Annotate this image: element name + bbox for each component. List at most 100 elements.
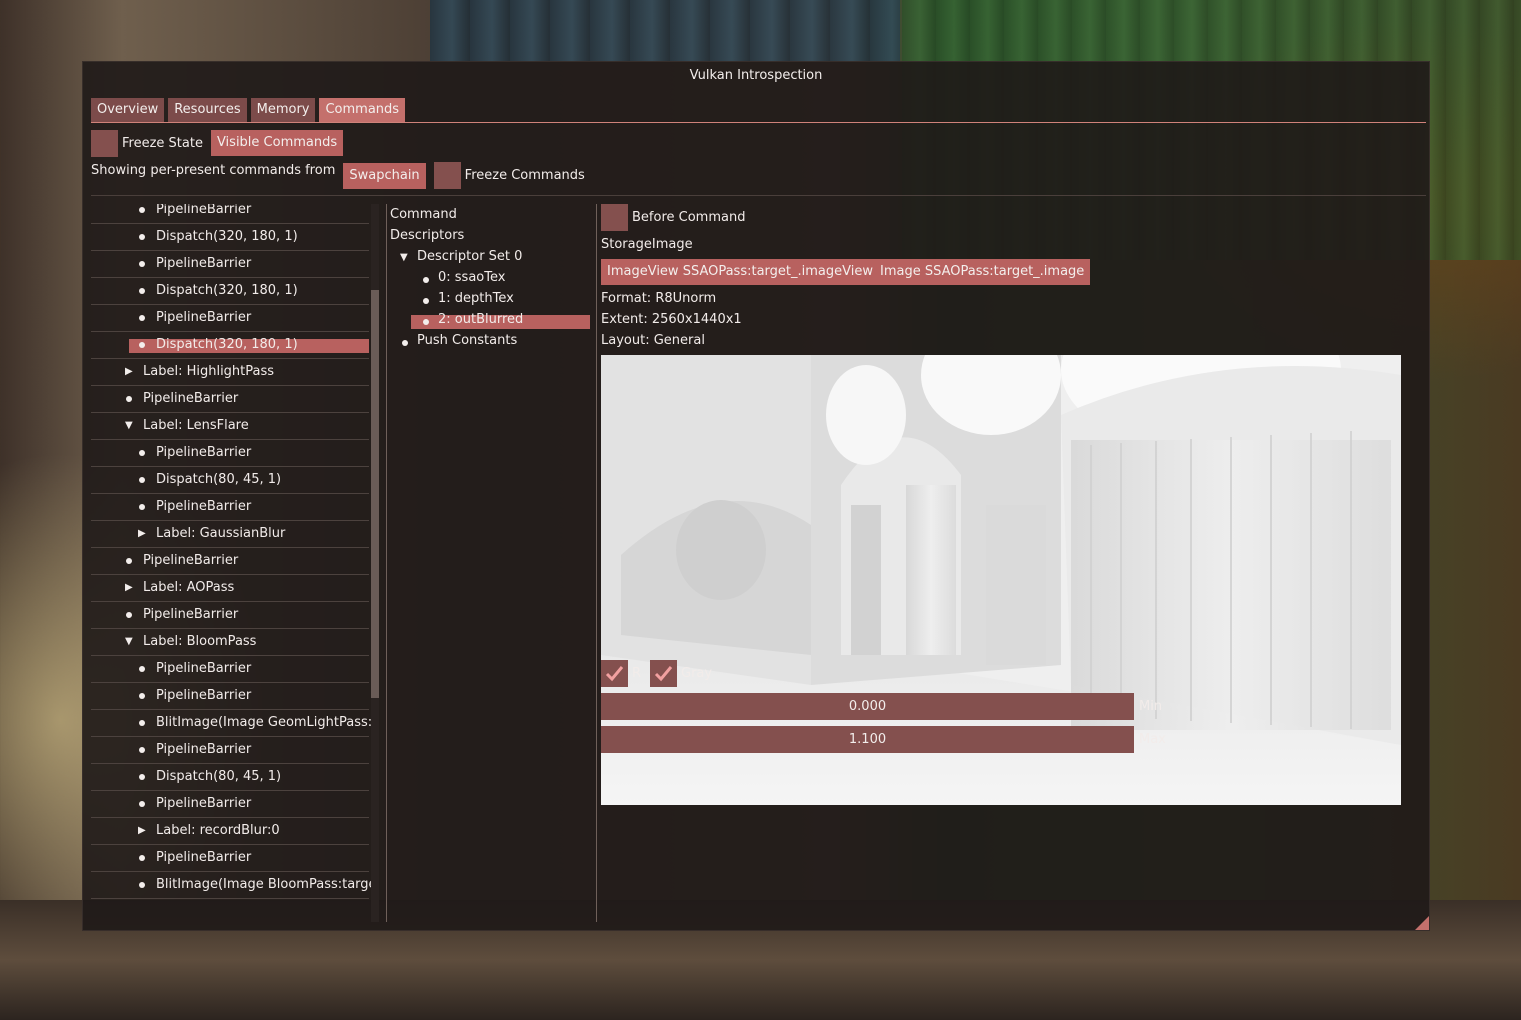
inspector-label: Push Constants — [417, 333, 518, 348]
bullet-icon — [139, 342, 145, 348]
expanded-arrow-icon[interactable]: ▼ — [400, 252, 408, 263]
image-button[interactable]: Image SSAOPass:target_.image — [874, 259, 1091, 285]
bullet-icon — [139, 666, 145, 672]
command-row[interactable]: ▶ Label: HighlightPass — [91, 359, 369, 386]
command-row[interactable]: PipelineBarrier — [91, 548, 369, 575]
bullet-icon — [139, 234, 145, 240]
background-curtain-blue — [430, 0, 900, 62]
expanded-arrow-icon[interactable]: ▼ — [125, 420, 133, 431]
command-row[interactable]: Dispatch(320, 180, 1) — [91, 278, 369, 305]
min-label: Min — [1139, 699, 1163, 714]
command-row[interactable]: BlitImage(Image GeomLightPass:er — [91, 710, 379, 737]
command-row[interactable]: PipelineBarrier — [91, 204, 369, 224]
command-row[interactable]: ▶ Label: AOPass — [91, 575, 369, 602]
inspector-label: 0: ssaoTex — [438, 270, 506, 285]
collapsed-arrow-icon[interactable]: ▶ — [125, 582, 133, 593]
bullet-icon — [139, 720, 145, 726]
command-row[interactable]: Dispatch(80, 45, 1) — [91, 467, 369, 494]
splitter-left[interactable] — [386, 204, 387, 922]
checkmark-icon — [654, 666, 673, 682]
command-row[interactable]: Dispatch(320, 180, 1) — [91, 332, 369, 359]
command-label: PipelineBarrier — [143, 607, 239, 622]
command-row[interactable]: PipelineBarrier — [91, 737, 369, 764]
command-row[interactable]: ▶ Label: recordBlur:0 — [91, 818, 369, 845]
swapchain-button[interactable]: Swapchain — [343, 162, 426, 189]
tab-memory[interactable]: Memory — [250, 98, 316, 122]
bullet-icon — [139, 801, 145, 807]
gray-checkbox[interactable] — [650, 660, 677, 687]
image-view-button[interactable]: ImageView SSAOPass:target_.imageView — [601, 259, 879, 285]
bullet-icon — [126, 558, 132, 564]
expanded-arrow-icon[interactable]: ▼ — [125, 636, 133, 647]
command-row[interactable]: BlitImage(Image BloomPass:target_ — [91, 872, 379, 899]
command-row[interactable]: Dispatch(320, 180, 1) — [91, 224, 369, 251]
command-row[interactable]: PipelineBarrier — [91, 791, 369, 818]
freeze-state-label: Freeze State — [122, 135, 203, 151]
collapsed-arrow-icon[interactable]: ▶ — [138, 528, 146, 539]
format-text: Format: R8Unorm — [601, 291, 717, 306]
bullet-icon — [139, 450, 145, 456]
tab-overview[interactable]: Overview — [91, 98, 165, 122]
command-label: Label: LensFlare — [143, 418, 249, 433]
command-list-scroll-thumb[interactable] — [371, 290, 379, 698]
command-row[interactable]: PipelineBarrier — [91, 251, 369, 278]
bullet-icon — [139, 477, 145, 483]
inspector-tree: Command Descriptors ▼ Descriptor Set 0 0: ss… — [390, 204, 592, 922]
resource-viewer: Before Command StorageImage ImageView SS… — [601, 204, 1421, 922]
command-label: PipelineBarrier — [156, 499, 252, 514]
freeze-state-checkbox[interactable] — [91, 129, 118, 157]
command-row[interactable]: Dispatch(80, 45, 1) — [91, 764, 369, 791]
command-row[interactable]: PipelineBarrier — [91, 440, 369, 467]
min-slider[interactable]: 0.000 — [601, 693, 1134, 720]
inspector-label: 2: outBlurred — [438, 312, 524, 327]
command-label: Dispatch(320, 180, 1) — [156, 283, 298, 298]
bullet-icon — [126, 612, 132, 618]
command-row[interactable]: PipelineBarrier — [91, 845, 369, 872]
command-label: Label: AOPass — [143, 580, 235, 595]
max-label: Max — [1139, 732, 1166, 747]
tab-resources[interactable]: Resources — [168, 98, 247, 122]
bullet-icon — [139, 693, 145, 699]
bullet-icon — [139, 855, 145, 861]
command-row[interactable]: ▼ Label: BloomPass — [91, 629, 369, 656]
splitter-right[interactable] — [596, 204, 597, 922]
window-title[interactable]: Vulkan Introspection — [83, 62, 1429, 89]
command-row[interactable]: PipelineBarrier — [91, 683, 369, 710]
command-label: PipelineBarrier — [143, 391, 239, 406]
command-label: PipelineBarrier — [143, 553, 239, 568]
collapsed-arrow-icon[interactable]: ▶ — [138, 825, 146, 836]
resize-grip[interactable] — [1415, 916, 1429, 930]
max-slider[interactable]: 1.100 — [601, 726, 1134, 753]
collapsed-arrow-icon[interactable]: ▶ — [125, 366, 133, 377]
inspector-label: Descriptors — [390, 228, 465, 243]
inspector-label: Descriptor Set 0 — [417, 249, 523, 264]
inspector-label: 1: depthTex — [438, 291, 514, 306]
command-list[interactable]: PipelineBarrier Dispatch(320, 180, 1) Pipe… — [91, 204, 379, 922]
command-row[interactable]: PipelineBarrier — [91, 494, 369, 521]
command-label: PipelineBarrier — [156, 688, 252, 703]
command-row[interactable]: PipelineBarrier — [91, 656, 369, 683]
command-row[interactable]: PipelineBarrier — [91, 386, 369, 413]
command-row[interactable]: PipelineBarrier — [91, 602, 369, 629]
command-label: Dispatch(80, 45, 1) — [156, 769, 282, 784]
freeze-commands-checkbox[interactable] — [433, 162, 461, 189]
tab-commands[interactable]: Commands — [319, 98, 406, 122]
r-channel-label: R — [632, 666, 642, 681]
command-label: Label: HighlightPass — [143, 364, 275, 379]
command-row[interactable]: ▶ Label: GaussianBlur — [91, 521, 369, 548]
command-label: PipelineBarrier — [156, 256, 252, 271]
command-label: PipelineBarrier — [156, 796, 252, 811]
bullet-icon — [423, 277, 429, 283]
before-command-checkbox[interactable] — [601, 204, 628, 231]
command-label: Dispatch(80, 45, 1) — [156, 472, 282, 487]
showing-text: Showing per-present commands from — [91, 163, 336, 178]
command-label: PipelineBarrier — [156, 310, 252, 325]
r-channel-checkbox[interactable] — [601, 660, 628, 687]
bullet-icon — [139, 261, 145, 267]
command-row[interactable]: ▼ Label: LensFlare — [91, 413, 369, 440]
bullet-icon — [423, 319, 429, 325]
freeze-commands-label: Freeze Commands — [464, 168, 585, 183]
command-label: PipelineBarrier — [156, 850, 252, 865]
command-row[interactable]: PipelineBarrier — [91, 305, 369, 332]
visible-commands-button[interactable]: Visible Commands — [210, 130, 344, 156]
